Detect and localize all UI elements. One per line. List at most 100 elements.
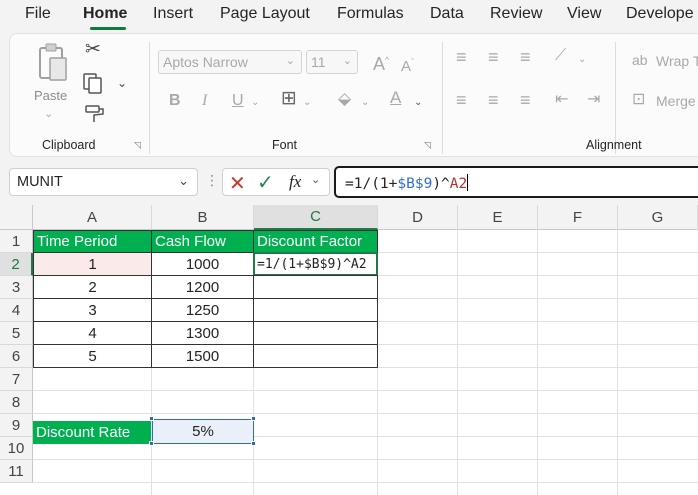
font-launcher-icon[interactable]: ◹ — [424, 140, 431, 151]
cell-b4[interactable]: 1250 — [151, 298, 254, 322]
paste-chevron-icon[interactable]: ⌄ — [44, 106, 53, 122]
align-bottom-icon[interactable]: ≡ — [520, 48, 531, 66]
chevron-down-icon[interactable]: ⌄ — [303, 95, 311, 111]
range-handle[interactable] — [149, 416, 154, 421]
clipboard-group-label: Clipboard — [42, 138, 96, 152]
increase-font-icon[interactable]: A^ — [373, 52, 389, 73]
wrap-text-icon[interactable]: ab — [632, 52, 648, 68]
chevron-down-icon[interactable]: ⌄ — [578, 52, 586, 68]
decrease-font-icon[interactable]: Aˇ — [401, 54, 414, 75]
column-header-d[interactable]: D — [378, 205, 458, 230]
italic-icon[interactable]: I — [202, 93, 207, 109]
range-handle[interactable] — [251, 416, 256, 421]
wrap-text-label[interactable]: Wrap T — [656, 53, 698, 69]
copy-chevron-icon[interactable]: ⌄ — [117, 75, 127, 91]
formula-input[interactable]: =1/(1+$B$9)^A2 — [334, 166, 698, 198]
cell-c6[interactable] — [253, 344, 378, 368]
column-header-a[interactable]: A — [33, 205, 152, 230]
underline-icon[interactable]: U — [232, 93, 244, 109]
align-top-icon[interactable]: ≡ — [456, 48, 467, 66]
cell-c2-editing[interactable]: =1/(1+$B$9)^A2 — [253, 252, 378, 276]
align-middle-icon[interactable]: ≡ — [488, 48, 499, 66]
increase-indent-icon[interactable]: ⇥ — [587, 92, 600, 108]
name-box[interactable]: MUNIT ⌄ — [9, 168, 198, 196]
cell-a6[interactable]: 5 — [33, 344, 152, 368]
align-right-icon[interactable]: ≡ — [520, 91, 531, 109]
fill-color-icon[interactable]: ⬙ — [338, 90, 351, 107]
align-center-icon[interactable]: ≡ — [488, 91, 499, 109]
more-options-icon[interactable]: ⋮ — [205, 172, 219, 189]
row-header-3[interactable]: 3 — [0, 276, 33, 299]
paste-icon[interactable] — [36, 42, 70, 86]
cell-a1[interactable]: Time Period — [33, 230, 152, 253]
insert-function-icon[interactable]: fx — [289, 172, 301, 192]
cell-c3[interactable] — [253, 275, 378, 299]
menu-formulas[interactable]: Formulas — [337, 5, 404, 23]
clipboard-launcher-icon[interactable]: ◹ — [134, 140, 141, 151]
format-painter-icon[interactable] — [84, 104, 106, 124]
column-header-c[interactable]: C — [254, 205, 378, 230]
row-header-2[interactable]: 2 — [0, 253, 33, 276]
cell-c4[interactable] — [253, 298, 378, 322]
merge-label[interactable]: Merge — [656, 93, 696, 109]
menu-insert[interactable]: Insert — [153, 5, 193, 23]
cell-b5[interactable]: 1300 — [151, 321, 254, 345]
cell-c1[interactable]: Discount Factor — [253, 230, 378, 253]
cancel-icon[interactable]: ✕ — [229, 171, 246, 196]
column-header-e[interactable]: E — [458, 205, 538, 230]
row-header-9[interactable]: 9 — [0, 414, 33, 437]
cut-icon[interactable]: ✂ — [85, 40, 101, 59]
select-all-corner[interactable] — [0, 205, 33, 230]
cell-a9[interactable]: Discount Rate — [33, 421, 151, 444]
cell-b9[interactable]: 5% — [152, 419, 254, 444]
row-header-5[interactable]: 5 — [0, 322, 33, 345]
column-header-f[interactable]: F — [538, 205, 618, 230]
cell-b1[interactable]: Cash Flow — [151, 230, 254, 253]
menu-page-layout[interactable]: Page Layout — [220, 5, 310, 23]
orientation-icon[interactable]: ⟋ — [555, 48, 566, 64]
font-size-dropdown[interactable]: 11 ⌄ — [306, 50, 358, 74]
font-color-icon[interactable]: A — [390, 89, 401, 106]
font-name-dropdown[interactable]: Aptos Narrow ⌄ — [158, 50, 302, 74]
chevron-down-icon[interactable]: ⌄ — [361, 95, 369, 111]
enter-icon[interactable]: ✓ — [257, 170, 274, 195]
row-header-1[interactable]: 1 — [0, 230, 33, 253]
menu-file[interactable]: File — [25, 5, 51, 23]
cell-c5[interactable] — [253, 321, 378, 345]
cell-a2[interactable]: 1 — [33, 252, 152, 276]
row-header-6[interactable]: 6 — [0, 345, 33, 368]
cell-a3[interactable]: 2 — [33, 275, 152, 299]
borders-icon[interactable]: ⊞ — [281, 89, 297, 108]
merge-icon[interactable]: ⊡ — [632, 92, 645, 108]
row-header-10[interactable]: 10 — [0, 437, 33, 460]
menu-bar: File Home Insert Page Layout Formulas Da… — [0, 0, 698, 30]
bold-icon[interactable]: B — [169, 93, 181, 109]
cell-b3[interactable]: 1200 — [151, 275, 254, 299]
font-name-value: Aptos Narrow — [163, 54, 248, 70]
menu-data[interactable]: Data — [430, 5, 464, 23]
cell-b2[interactable]: 1000 — [151, 252, 254, 276]
decrease-indent-icon[interactable]: ⇤ — [555, 92, 568, 108]
row-header-8[interactable]: 8 — [0, 391, 33, 414]
row-header-11[interactable]: 11 — [0, 460, 33, 483]
formula-prefix: =1/(1+ — [345, 176, 398, 192]
chevron-down-icon[interactable]: ⌄ — [311, 173, 320, 186]
chevron-down-icon[interactable]: ⌄ — [251, 95, 259, 111]
chevron-down-icon[interactable]: ⌄ — [414, 95, 422, 111]
align-left-icon[interactable]: ≡ — [456, 91, 467, 109]
cell-a5[interactable]: 4 — [33, 321, 152, 345]
copy-icon[interactable] — [82, 72, 106, 94]
row-header-4[interactable]: 4 — [0, 299, 33, 322]
column-header-b[interactable]: B — [152, 205, 254, 230]
column-header-g[interactable]: G — [618, 205, 698, 230]
gridline — [537, 230, 538, 495]
menu-home[interactable]: Home — [83, 5, 127, 23]
row-header-7[interactable]: 7 — [0, 368, 33, 391]
cell-a4[interactable]: 3 — [33, 298, 152, 322]
range-handle[interactable] — [149, 441, 154, 446]
range-handle[interactable] — [251, 441, 256, 446]
menu-developer[interactable]: Develope — [626, 5, 694, 23]
menu-view[interactable]: View — [567, 5, 601, 23]
menu-review[interactable]: Review — [490, 5, 542, 23]
cell-b6[interactable]: 1500 — [151, 344, 254, 368]
